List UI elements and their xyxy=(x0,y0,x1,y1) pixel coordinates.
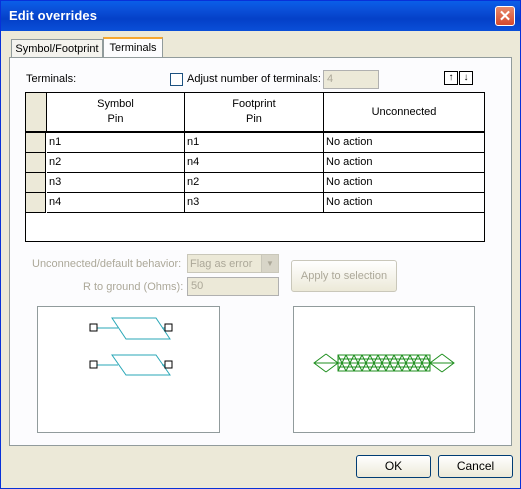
header-unconnected[interactable]: Unconnected xyxy=(324,93,484,133)
tab-terminals-label: Terminals xyxy=(109,42,157,54)
footprint-icon xyxy=(313,353,455,373)
title-bar[interactable]: Edit overrides ✕ xyxy=(1,1,520,31)
symbol-preview xyxy=(37,306,220,433)
move-down-button[interactable]: ↓ xyxy=(459,71,473,85)
tab-terminals[interactable]: Terminals xyxy=(103,37,163,59)
cell-symbol-pin[interactable]: n3 xyxy=(47,173,185,193)
header-unconnected-label: Unconnected xyxy=(371,105,437,118)
row-header[interactable] xyxy=(26,133,46,153)
tab-symbol-footprint[interactable]: Symbol/Footprint xyxy=(11,39,103,59)
chevron-down-icon: ▼ xyxy=(261,255,278,272)
unconnected-behavior-select[interactable]: Flag as error ▼ xyxy=(187,254,279,273)
footprint-preview-graphic xyxy=(313,353,455,373)
cell-footprint-pin[interactable]: n4 xyxy=(185,153,324,173)
tab-symbol-footprint-label: Symbol/Footprint xyxy=(15,43,99,55)
header-footprint-pin[interactable]: Footprint Pin xyxy=(185,93,324,133)
cell-unconnected[interactable]: No action xyxy=(324,153,484,173)
cancel-button[interactable]: Cancel xyxy=(438,455,513,478)
cell-unconnected[interactable]: No action xyxy=(324,133,484,153)
header-symbol-pin[interactable]: Symbol Pin xyxy=(47,93,185,133)
row-header[interactable] xyxy=(26,173,46,193)
cell-unconnected[interactable]: No action xyxy=(324,173,484,193)
header-footprint-pin-line2: Pin xyxy=(246,113,262,125)
grid-corner xyxy=(26,93,47,133)
header-symbol-pin-line1: Symbol xyxy=(97,98,134,110)
unconnected-behavior-label: Unconnected/default behavior: xyxy=(32,258,182,270)
symbol-transmission-line-icon xyxy=(97,317,171,376)
terminals-label: Terminals: xyxy=(26,73,77,85)
edit-overrides-dialog: Edit overrides ✕ Symbol/Footprint Termin… xyxy=(0,0,521,489)
r-to-ground-label: R to ground (Ohms): xyxy=(83,281,184,293)
apply-to-selection-button[interactable]: Apply to selection xyxy=(291,260,397,292)
row-header[interactable] xyxy=(26,153,46,173)
cell-symbol-pin[interactable]: n4 xyxy=(47,193,185,213)
footprint-preview xyxy=(293,306,475,433)
r-to-ground-field[interactable]: 50 xyxy=(187,277,279,296)
adjust-terminals-checkbox[interactable] xyxy=(170,73,183,86)
row-header[interactable] xyxy=(26,193,46,213)
symbol-preview-graphic xyxy=(89,317,173,376)
cell-footprint-pin[interactable]: n3 xyxy=(185,193,324,213)
header-footprint-pin-line1: Footprint xyxy=(232,98,276,110)
header-symbol-pin-line2: Pin xyxy=(107,113,124,125)
cell-footprint-pin[interactable]: n1 xyxy=(185,133,324,153)
up-arrow-icon: ↑ xyxy=(448,72,454,83)
terminal-count-field[interactable]: 4 xyxy=(323,70,379,89)
ok-button[interactable]: OK xyxy=(356,455,431,478)
unconnected-behavior-value: Flag as error xyxy=(190,258,253,270)
cell-unconnected[interactable]: No action xyxy=(324,193,484,213)
terminals-grid: Symbol Pin Footprint Pin Unconnected n1 n1… xyxy=(25,92,485,242)
down-arrow-icon: ↓ xyxy=(463,72,469,83)
adjust-terminals-label: Adjust number of terminals: xyxy=(187,73,321,85)
close-icon: ✕ xyxy=(498,8,512,25)
cell-footprint-pin[interactable]: n2 xyxy=(185,173,324,193)
move-up-button[interactable]: ↑ xyxy=(444,71,458,85)
cell-symbol-pin[interactable]: n1 xyxy=(47,133,185,153)
cell-symbol-pin[interactable]: n2 xyxy=(47,153,185,173)
close-button[interactable]: ✕ xyxy=(495,6,515,26)
window-title: Edit overrides xyxy=(9,8,98,23)
